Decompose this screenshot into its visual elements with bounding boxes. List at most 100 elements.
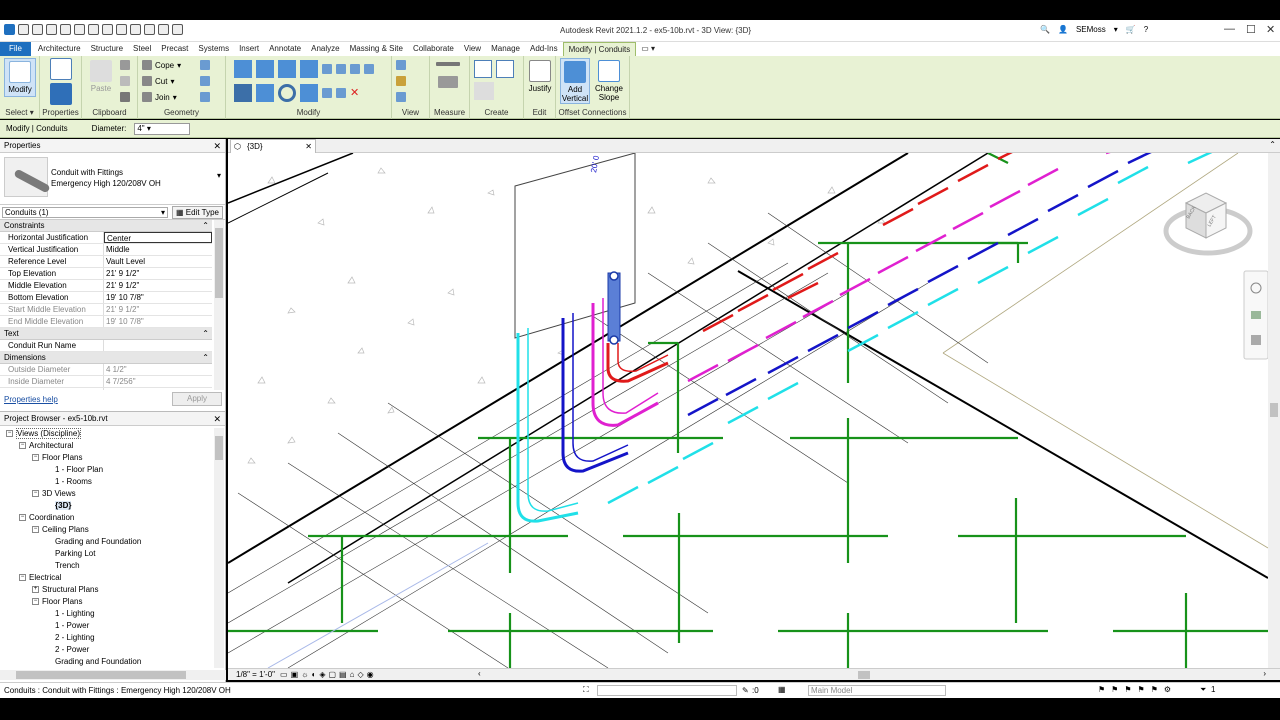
tree-node[interactable]: − Coordination	[0, 512, 225, 524]
create-assembly-icon[interactable]	[474, 60, 492, 78]
type-properties-button[interactable]	[48, 58, 74, 82]
collapse-icon[interactable]: ⌃	[202, 328, 209, 340]
property-value[interactable]: 21' 9 1/2"	[104, 304, 212, 315]
lock-view-icon[interactable]: ⌂	[350, 670, 355, 679]
mirror-draw-icon[interactable]	[300, 60, 318, 78]
design-option-dropdown[interactable]: Main Model	[808, 685, 946, 696]
scrollbar-thumb[interactable]	[1270, 403, 1278, 417]
collapse-icon[interactable]: −	[19, 514, 26, 522]
expand-icon[interactable]: +	[32, 586, 39, 594]
tree-node[interactable]: 1 - Floor Plan	[0, 464, 225, 476]
property-row[interactable]: Conduit Run Name	[0, 340, 212, 352]
offset-icon[interactable]	[256, 60, 274, 78]
select-by-face-icon[interactable]: ⚑	[1138, 685, 1145, 694]
property-row[interactable]: Inside Diameter 4 7/256"	[0, 376, 212, 388]
cart-icon[interactable]: 🛒	[1126, 25, 1136, 34]
conduit-endpoint-grip[interactable]	[609, 271, 619, 281]
apply-button[interactable]: Apply	[172, 392, 222, 406]
visual-style-icon[interactable]: ▣	[291, 670, 299, 679]
sync-icon[interactable]	[46, 24, 57, 35]
tree-node-label[interactable]: Grading and Foundation	[55, 537, 141, 546]
tab-annotate[interactable]: Annotate	[264, 42, 306, 56]
model-view[interactable]: 20' 0 BACK LEFT	[228, 153, 1268, 668]
sun-path-icon[interactable]: ☼	[301, 670, 308, 679]
add-vertical-button[interactable]: Add Vertical	[560, 58, 590, 104]
property-value[interactable]: 19' 10 7/8"	[104, 316, 212, 327]
property-value[interactable]: 21' 9 1/2"	[104, 268, 212, 279]
viewcube[interactable]: BACK LEFT	[1163, 192, 1253, 256]
search-icon[interactable]: 🔍	[1040, 25, 1050, 34]
tree-node-label[interactable]: {3D}	[55, 501, 72, 510]
section-dimensions[interactable]: Dimensions ⌃	[0, 352, 212, 364]
property-row[interactable]: Outside Diameter 4 1/2"	[0, 364, 212, 376]
create-parts-icon[interactable]	[496, 60, 514, 78]
worksets-icon[interactable]: ⛶	[583, 685, 589, 695]
revit-logo-icon[interactable]	[4, 24, 15, 35]
render-icon[interactable]: ◈	[319, 670, 325, 679]
pin-icon[interactable]	[364, 64, 374, 74]
crop-view-icon[interactable]: ▢	[328, 670, 336, 679]
scrollbar-thumb[interactable]	[16, 671, 186, 679]
section-icon[interactable]	[158, 24, 169, 35]
modify-button[interactable]: Modify	[4, 58, 36, 97]
property-value[interactable]: 4"	[104, 388, 212, 390]
browser-scrollbar[interactable]	[214, 428, 224, 668]
tree-node[interactable]: 1 - Rooms	[0, 476, 225, 488]
tree-node-label[interactable]: 1 - Floor Plan	[55, 465, 103, 474]
zoom-icon[interactable]	[1251, 335, 1261, 345]
close-icon[interactable]: ✕	[305, 140, 312, 153]
tree-node[interactable]: Grading and Foundation	[0, 656, 225, 668]
tree-node-label[interactable]: Floor Plans	[42, 597, 82, 606]
mirror-axis-icon[interactable]	[278, 60, 296, 78]
save-icon[interactable]	[32, 24, 43, 35]
type-selector[interactable]: Conduit with Fittings Emergency High 120…	[0, 153, 225, 205]
trim-icon[interactable]	[300, 84, 318, 102]
rotate-icon[interactable]	[278, 84, 296, 102]
create-group-icon[interactable]	[474, 82, 494, 100]
property-value[interactable]: 4 7/256"	[104, 376, 212, 387]
tree-node[interactable]: Grading and Foundation	[0, 536, 225, 548]
tree-node-label[interactable]: 1 - Rooms	[55, 477, 92, 486]
tab-analyze[interactable]: Analyze	[306, 42, 344, 56]
properties-scrollbar[interactable]	[214, 220, 224, 390]
tab-3d-view[interactable]: ⬡ {3D} ✕	[230, 139, 316, 153]
user-name[interactable]: SEMoss	[1076, 25, 1106, 34]
chevron-right-icon[interactable]: ›	[1263, 669, 1266, 678]
tree-node-label[interactable]: Floor Plans	[42, 453, 82, 462]
ribbon-options-icon[interactable]: ▭ ▾	[636, 42, 660, 56]
print-icon[interactable]	[88, 24, 99, 35]
join-button[interactable]: Join ▾	[142, 92, 177, 102]
filter-icon[interactable]: ⏷	[1200, 685, 1206, 695]
temp-hide-icon[interactable]: ◇	[357, 670, 363, 679]
paint-icon[interactable]	[200, 76, 210, 86]
property-value[interactable]: Vault Level	[104, 256, 212, 267]
collapse-icon[interactable]: ⌃	[202, 352, 209, 364]
tab-steel[interactable]: Steel	[128, 42, 156, 56]
tree-node[interactable]: 1 - Power	[0, 620, 225, 632]
property-value[interactable]: Middle	[104, 244, 212, 255]
tree-node-label[interactable]: 1 - Power	[55, 621, 89, 630]
scrollbar-thumb[interactable]	[215, 228, 223, 298]
canvas-vscrollbar[interactable]	[1268, 153, 1280, 668]
property-row[interactable]: Middle Elevation 21' 9 1/2"	[0, 280, 212, 292]
cut-scissors-icon[interactable]	[120, 60, 130, 70]
tree-node-label[interactable]: Parking Lot	[55, 549, 95, 558]
tree-node[interactable]: − Views (Discipline)	[0, 428, 225, 440]
tab-manage[interactable]: Manage	[486, 42, 525, 56]
chevron-left-icon[interactable]: ‹	[478, 669, 481, 678]
justify-button[interactable]: Justify	[527, 60, 553, 93]
collapse-icon[interactable]: −	[32, 598, 39, 606]
collapse-icon[interactable]: −	[19, 442, 26, 450]
tree-node-label[interactable]: Views (Discipline)	[16, 428, 81, 439]
tree-node-label[interactable]: Ceiling Plans	[42, 525, 89, 534]
tab-modify-conduits[interactable]: Modify | Conduits	[562, 42, 637, 56]
move-icon[interactable]	[234, 84, 252, 102]
view-scale[interactable]: 1/8" = 1'-0"	[236, 670, 275, 679]
close-icon[interactable]: ✕	[213, 139, 221, 153]
tree-node-label[interactable]: 3D Views	[42, 489, 76, 498]
close-icon[interactable]: ✕	[213, 412, 221, 426]
tab-systems[interactable]: Systems	[193, 42, 234, 56]
scrollbar-thumb[interactable]	[215, 436, 223, 460]
property-value[interactable]: Center	[104, 232, 212, 243]
properties-help-link[interactable]: Properties help	[4, 395, 58, 404]
